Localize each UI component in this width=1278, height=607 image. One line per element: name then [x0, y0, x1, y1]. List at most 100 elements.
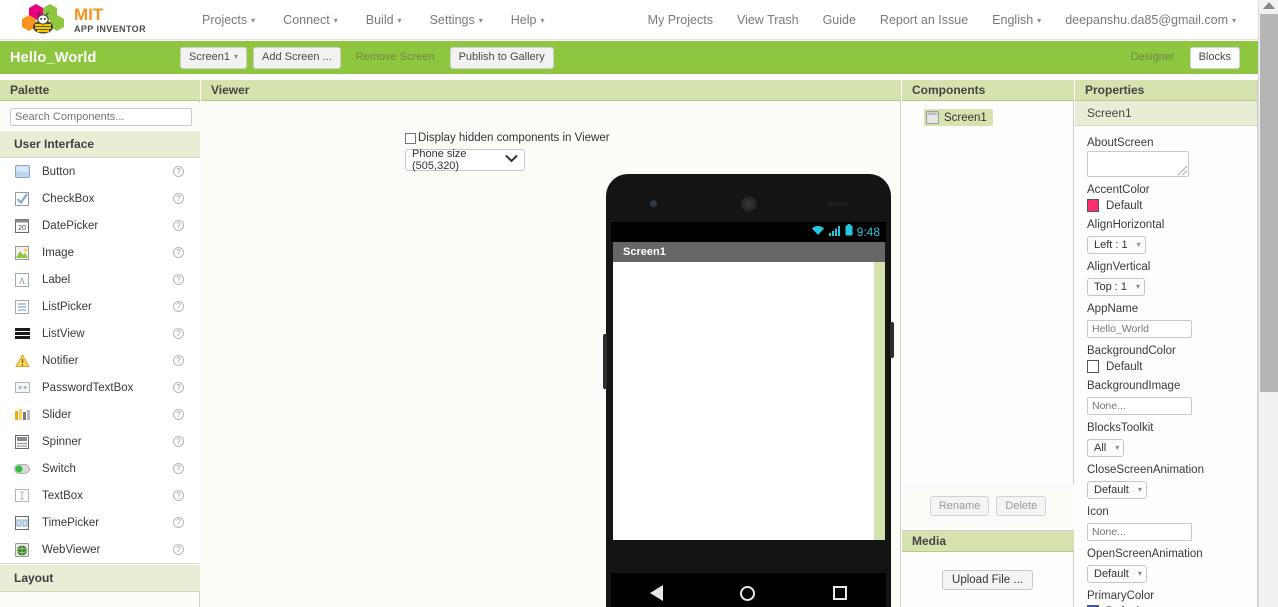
language-selector[interactable]: English ▾ — [980, 13, 1053, 27]
help-icon[interactable]: ? — [173, 355, 184, 366]
recent-square-icon[interactable] — [833, 586, 848, 600]
palette-item-button[interactable]: Button ? — [0, 158, 200, 185]
link-my-projects[interactable]: My Projects — [636, 13, 725, 27]
menu-projects[interactable]: Projects ▾ — [188, 13, 269, 27]
palette-item-spinner[interactable]: Spinner ? — [0, 428, 200, 455]
palette-item-image[interactable]: Image ? — [0, 239, 200, 266]
phone-screen-canvas[interactable] — [613, 262, 885, 540]
palette-item-webviewer[interactable]: WebViewer ? — [0, 536, 200, 563]
palette-component-list: Button ? CheckBox ? 20 DatePicker ? Imag… — [0, 158, 200, 564]
palette-item-timepicker[interactable]: TimePicker ? — [0, 509, 200, 536]
tab-designer[interactable]: Designer — [1122, 47, 1184, 69]
phone-size-select[interactable]: Phone size (505,320) — [405, 148, 525, 172]
alignvertical-select[interactable]: Top : 1 ▾ — [1087, 278, 1146, 296]
palette-item-slider[interactable]: Slider ? — [0, 401, 200, 428]
help-icon[interactable]: ? — [173, 436, 184, 447]
notifier-icon — [14, 353, 30, 369]
palette-item-notifier[interactable]: Notifier ? — [0, 347, 200, 374]
add-screen-button[interactable]: Add Screen ... — [253, 46, 341, 69]
icon-input[interactable] — [1087, 523, 1192, 541]
publish-to-gallery-button[interactable]: Publish to Gallery — [449, 46, 554, 69]
resize-grip-icon[interactable] — [1178, 166, 1187, 175]
help-icon[interactable]: ? — [173, 274, 184, 285]
backgroundimage-input[interactable] — [1087, 397, 1192, 415]
screen-selector-dropdown[interactable]: Screen1 ▾ — [180, 46, 247, 69]
backgroundcolor-value: Default — [1106, 360, 1143, 373]
svg-text:MIT: MIT — [74, 5, 104, 24]
palette-item-switch[interactable]: Switch ? — [0, 455, 200, 482]
back-triangle-icon[interactable] — [649, 585, 663, 601]
palette-item-listpicker[interactable]: ListPicker ? — [0, 293, 200, 320]
palette-item-label: ListPicker — [42, 300, 92, 313]
account-email-label: deepanshu.da85@gmail.com — [1065, 12, 1228, 27]
help-icon[interactable]: ? — [173, 517, 184, 528]
project-title: Hello_World — [10, 49, 97, 66]
help-icon[interactable]: ? — [173, 220, 184, 231]
phone-speaker-icon — [740, 196, 757, 212]
link-view-trash[interactable]: View Trash — [725, 13, 811, 27]
rename-component-button[interactable]: Rename — [929, 496, 990, 516]
upload-file-button[interactable]: Upload File ... — [942, 569, 1033, 590]
property-label-aboutscreen: AboutScreen — [1087, 137, 1154, 149]
page-scrollbar[interactable] — [1258, 0, 1278, 607]
appname-input[interactable] — [1087, 320, 1192, 338]
palette-item-label: ListView — [42, 327, 85, 340]
menu-build[interactable]: Build ▾ — [352, 13, 416, 27]
openscreenanimation-select[interactable]: Default ▾ — [1087, 565, 1147, 583]
aboutscreen-textarea[interactable] — [1087, 151, 1189, 177]
help-icon[interactable]: ? — [173, 247, 184, 258]
link-report-an-issue[interactable]: Report an Issue — [868, 13, 980, 27]
accentcolor-picker[interactable]: Default — [1087, 199, 1257, 212]
blockstoolkit-select[interactable]: All ▾ — [1087, 439, 1125, 457]
media-panel: Media Upload File ... — [902, 530, 1074, 607]
palette-item-checkbox[interactable]: CheckBox ? — [0, 185, 200, 212]
help-icon[interactable]: ? — [173, 490, 184, 501]
menu-help[interactable]: Help ▾ — [497, 13, 559, 27]
help-icon[interactable]: ? — [173, 328, 184, 339]
menu-connect-label: Connect — [283, 12, 330, 27]
property-label-alignvertical: AlignVertical — [1087, 261, 1151, 273]
scrollbar-thumb[interactable] — [1260, 14, 1278, 392]
palette-item-datepicker[interactable]: 20 DatePicker ? — [0, 212, 200, 239]
media-header: Media — [902, 531, 1074, 552]
palette-category-layout[interactable]: Layout — [0, 564, 200, 592]
accentcolor-swatch[interactable] — [1087, 199, 1099, 212]
top-navigation-right: My Projects View Trash Guide Report an I… — [636, 13, 1258, 27]
delete-component-button[interactable]: Delete — [996, 496, 1047, 516]
palette-item-label: Slider — [42, 408, 72, 421]
display-hidden-components-row[interactable]: Display hidden components in Viewer — [405, 132, 610, 144]
palette-item-listview[interactable]: ListView ? — [0, 320, 200, 347]
help-icon[interactable]: ? — [173, 409, 184, 420]
palette-item-passwordtextbox[interactable]: PasswordTextBox ? — [0, 374, 200, 401]
components-action-buttons: Rename Delete — [902, 484, 1074, 528]
help-icon[interactable]: ? — [173, 301, 184, 312]
palette-search-wrap — [0, 103, 200, 131]
help-icon[interactable]: ? — [173, 193, 184, 204]
mit-app-inventor-logo[interactable]: MIT APP INVENTOR — [0, 0, 170, 40]
display-hidden-components-checkbox[interactable] — [405, 132, 416, 144]
backgroundcolor-picker[interactable]: Default — [1087, 360, 1257, 373]
palette-item-label[interactable]: A Label ? — [0, 266, 200, 293]
viewer-header: Viewer — [201, 80, 901, 101]
closescreenanimation-select[interactable]: Default ▾ — [1087, 481, 1147, 499]
help-icon[interactable]: ? — [173, 382, 184, 393]
link-guide[interactable]: Guide — [811, 13, 868, 27]
menu-settings[interactable]: Settings ▾ — [416, 13, 497, 27]
property-label-closescreenanimation: CloseScreenAnimation — [1087, 464, 1204, 476]
help-icon[interactable]: ? — [173, 166, 184, 177]
chevron-down-icon: ▾ — [1231, 15, 1236, 25]
home-circle-icon[interactable] — [740, 585, 756, 601]
menu-connect[interactable]: Connect ▾ — [269, 13, 352, 27]
account-menu[interactable]: deepanshu.da85@gmail.com ▾ — [1053, 13, 1248, 27]
chevron-down-icon: ▾ — [540, 15, 545, 25]
tab-blocks[interactable]: Blocks — [1189, 46, 1240, 69]
help-icon[interactable]: ? — [173, 463, 184, 474]
backgroundcolor-swatch[interactable] — [1087, 360, 1099, 373]
component-tree-item-screen1[interactable]: Screen1 — [924, 109, 993, 126]
scroll-up-arrow-icon[interactable] — [1263, 2, 1275, 9]
alignhorizontal-select[interactable]: Left : 1 ▾ — [1087, 236, 1146, 254]
palette-category-user-interface[interactable]: User Interface — [0, 130, 200, 158]
help-icon[interactable]: ? — [173, 544, 184, 555]
search-input[interactable] — [10, 108, 192, 126]
palette-item-textbox[interactable]: TextBox ? — [0, 482, 200, 509]
